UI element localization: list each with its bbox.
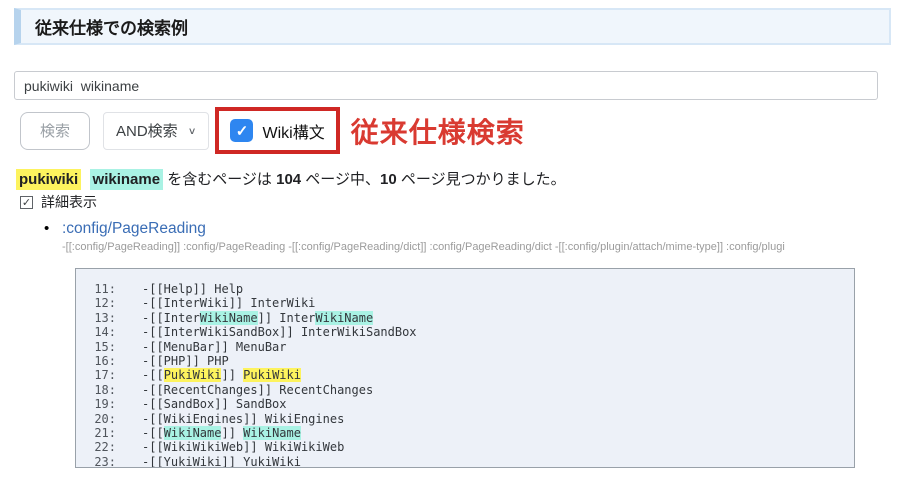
text-run: -[[MenuBar]] MenuBar	[142, 340, 287, 354]
highlighted-keyword: PukiWiki	[243, 368, 301, 382]
highlighted-keyword: WikiName	[243, 426, 301, 440]
code-line-content: -[[MenuBar]] MenuBar	[142, 340, 287, 354]
search-example-page: 従来仕様での検索例 検索 AND検索 ∨ ✓ Wiki構文 従来仕様検索 puk…	[0, 0, 910, 478]
line-number: 15:	[76, 340, 116, 354]
code-line-content: -[[RecentChanges]] RecentChanges	[142, 383, 373, 397]
result-summary: pukiwiki wikiname を含むページは 104 ページ中、10 ペー…	[16, 168, 566, 189]
code-line: 18: -[[RecentChanges]] RecentChanges	[76, 383, 854, 397]
text-run: 104	[276, 171, 301, 188]
highlighted-keyword: PukiWiki	[164, 368, 222, 382]
text-run: -[[Inter	[142, 311, 200, 325]
highlighted-keyword: WikiName	[315, 311, 373, 325]
code-block: 11: -[[Help]] Help 12: -[[InterWiki]] Inter…	[75, 268, 855, 468]
detail-display-label: 詳細表示	[41, 192, 97, 212]
code-line-content: -[[Help]] Help	[142, 282, 243, 296]
detail-display-checkbox[interactable]: ✓	[20, 196, 33, 209]
search-mode-value: AND検索	[116, 120, 178, 141]
code-line: 12: -[[InterWiki]] InterWiki	[76, 296, 854, 310]
code-line: 13:-[[InterWikiName]] InterWikiName	[76, 311, 854, 325]
text-run: -[[InterWiki]] InterWiki	[142, 296, 315, 310]
text-run: -[[	[142, 426, 164, 440]
code-line: 15: -[[MenuBar]] MenuBar	[76, 340, 854, 354]
code-line-content: -[[PukiWiki]] PukiWiki	[142, 368, 301, 382]
text-run: ]] Inter	[258, 311, 316, 325]
result-page-link[interactable]: :config/PageReading	[62, 220, 206, 238]
code-line-content: -[[InterWikiSandBox]] InterWikiSandBox	[142, 325, 417, 339]
code-line-content: -[[SandBox]] SandBox	[142, 397, 287, 411]
line-number: 14:	[76, 325, 116, 339]
line-number: 11:	[76, 282, 116, 296]
highlighted-keyword: pukiwiki	[16, 169, 81, 190]
code-line: 19: -[[SandBox]] SandBox	[76, 397, 854, 411]
code-line-content: -[[InterWiki]] InterWiki	[142, 296, 315, 310]
search-controls: 検索 AND検索 ∨ ✓ Wiki構文 従来仕様検索	[20, 107, 525, 154]
text-run: を含むページは	[163, 171, 276, 188]
line-number: 19:	[76, 397, 116, 411]
code-line: 21:-[[WikiName]] WikiName	[76, 426, 854, 440]
page-title: 従来仕様での検索例	[35, 14, 188, 39]
code-line-content: -[[WikiName]] WikiName	[142, 426, 301, 440]
line-number: 18:	[76, 383, 116, 397]
code-line: 11: -[[Help]] Help	[76, 282, 854, 296]
line-number: 12:	[76, 296, 116, 310]
line-number: 22:	[76, 440, 116, 454]
text-run: 10	[380, 171, 397, 188]
text-run: ページ中、	[301, 171, 380, 188]
code-lines: 11: -[[Help]] Help 12: -[[InterWiki]] Inter…	[76, 282, 854, 468]
text-run: ]]	[221, 426, 243, 440]
code-line: 17:-[[PukiWiki]] PukiWiki	[76, 368, 854, 382]
search-button[interactable]: 検索	[20, 112, 90, 150]
text-run	[81, 171, 89, 188]
line-number: 17:	[76, 368, 116, 382]
annotation-text: 従来仕様検索	[351, 111, 525, 151]
code-line: 14: -[[InterWikiSandBox]] InterWikiSandBo…	[76, 325, 854, 339]
text-run: -[[Help]] Help	[142, 282, 243, 296]
checkmark-icon: ✓	[22, 196, 31, 209]
text-run: -[[WikiWikiWeb]] WikiWikiWeb	[142, 440, 344, 454]
text-run: ]]	[221, 368, 243, 382]
highlighted-keyword: WikiName	[200, 311, 258, 325]
result-excerpt: -[[:config/PageReading]] :config/PageRea…	[62, 241, 884, 253]
checkmark-icon: ✓	[236, 122, 249, 140]
chevron-down-icon: ∨	[188, 125, 197, 136]
highlighted-keyword: wikiname	[90, 169, 164, 190]
text-run: -[[	[142, 368, 164, 382]
text-run: ページ見つかりました。	[397, 171, 566, 188]
annotation-red-box: ✓ Wiki構文	[215, 107, 339, 154]
code-line-content: -[[WikiWikiWeb]] WikiWikiWeb	[142, 440, 344, 454]
search-mode-select[interactable]: AND検索 ∨	[103, 112, 209, 150]
highlighted-keyword: WikiName	[164, 426, 222, 440]
code-line: 22: -[[WikiWikiWeb]] WikiWikiWeb	[76, 440, 854, 454]
text-run: -[[WikiEngines]] WikiEngines	[142, 412, 344, 426]
line-number: 13:	[76, 311, 116, 325]
line-number: 20:	[76, 412, 116, 426]
text-run: -[[YukiWiki]] YukiWiki	[142, 455, 301, 468]
line-number: 21:	[76, 426, 116, 440]
code-line: 23: -[[YukiWiki]] YukiWiki	[76, 455, 854, 468]
code-line: 16: -[[PHP]] PHP	[76, 354, 854, 368]
detail-display-row: ✓ 詳細表示	[20, 192, 97, 212]
section-header: 従来仕様での検索例	[14, 8, 891, 45]
line-number: 23:	[76, 455, 116, 468]
code-line-content: -[[PHP]] PHP	[142, 354, 229, 368]
search-input[interactable]	[14, 71, 878, 100]
wiki-syntax-label: Wiki構文	[262, 119, 324, 143]
code-line-content: -[[YukiWiki]] YukiWiki	[142, 455, 301, 468]
result-item-heading: • :config/PageReading	[44, 220, 884, 238]
wiki-syntax-checkbox[interactable]: ✓	[230, 119, 253, 142]
result-item: • :config/PageReading -[[:config/PageRea…	[44, 220, 884, 253]
code-line-content: -[[InterWikiName]] InterWikiName	[142, 311, 373, 325]
code-line: 20: -[[WikiEngines]] WikiEngines	[76, 412, 854, 426]
text-run: -[[PHP]] PHP	[142, 354, 229, 368]
bullet-icon: •	[44, 220, 62, 237]
code-line-content: -[[WikiEngines]] WikiEngines	[142, 412, 344, 426]
text-run: -[[InterWikiSandBox]] InterWikiSandBox	[142, 325, 417, 339]
text-run: -[[SandBox]] SandBox	[142, 397, 287, 411]
text-run: -[[RecentChanges]] RecentChanges	[142, 383, 373, 397]
line-number: 16:	[76, 354, 116, 368]
